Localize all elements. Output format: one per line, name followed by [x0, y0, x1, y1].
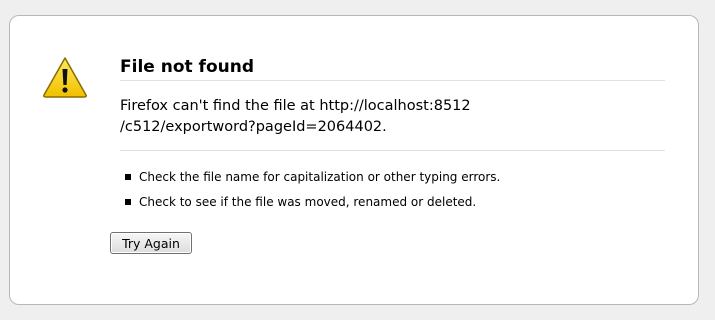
suggestion-text: Check to see if the file was moved, rena…: [139, 195, 477, 209]
page-title: File not found: [120, 56, 665, 81]
error-message-line: /c512/exportword?pageId=2064402.: [120, 119, 387, 135]
error-panel: File not found Firefox can't find the fi…: [9, 15, 699, 305]
suggestion-text: Check the file name for capitalization o…: [139, 170, 501, 184]
error-message: Firefox can't find the file at http://lo…: [120, 96, 665, 151]
suggestion-list: Check the file name for capitalization o…: [120, 169, 665, 219]
bullet-icon: [125, 174, 131, 180]
bullet-icon: [125, 199, 131, 205]
error-content: File not found Firefox can't find the fi…: [120, 56, 665, 219]
try-again-button[interactable]: Try Again: [110, 232, 192, 254]
error-message-line: Firefox can't find the file at http://lo…: [120, 98, 471, 114]
list-item: Check the file name for capitalization o…: [120, 169, 665, 194]
list-item: Check to see if the file was moved, rena…: [120, 194, 665, 219]
warning-icon: [43, 57, 87, 98]
